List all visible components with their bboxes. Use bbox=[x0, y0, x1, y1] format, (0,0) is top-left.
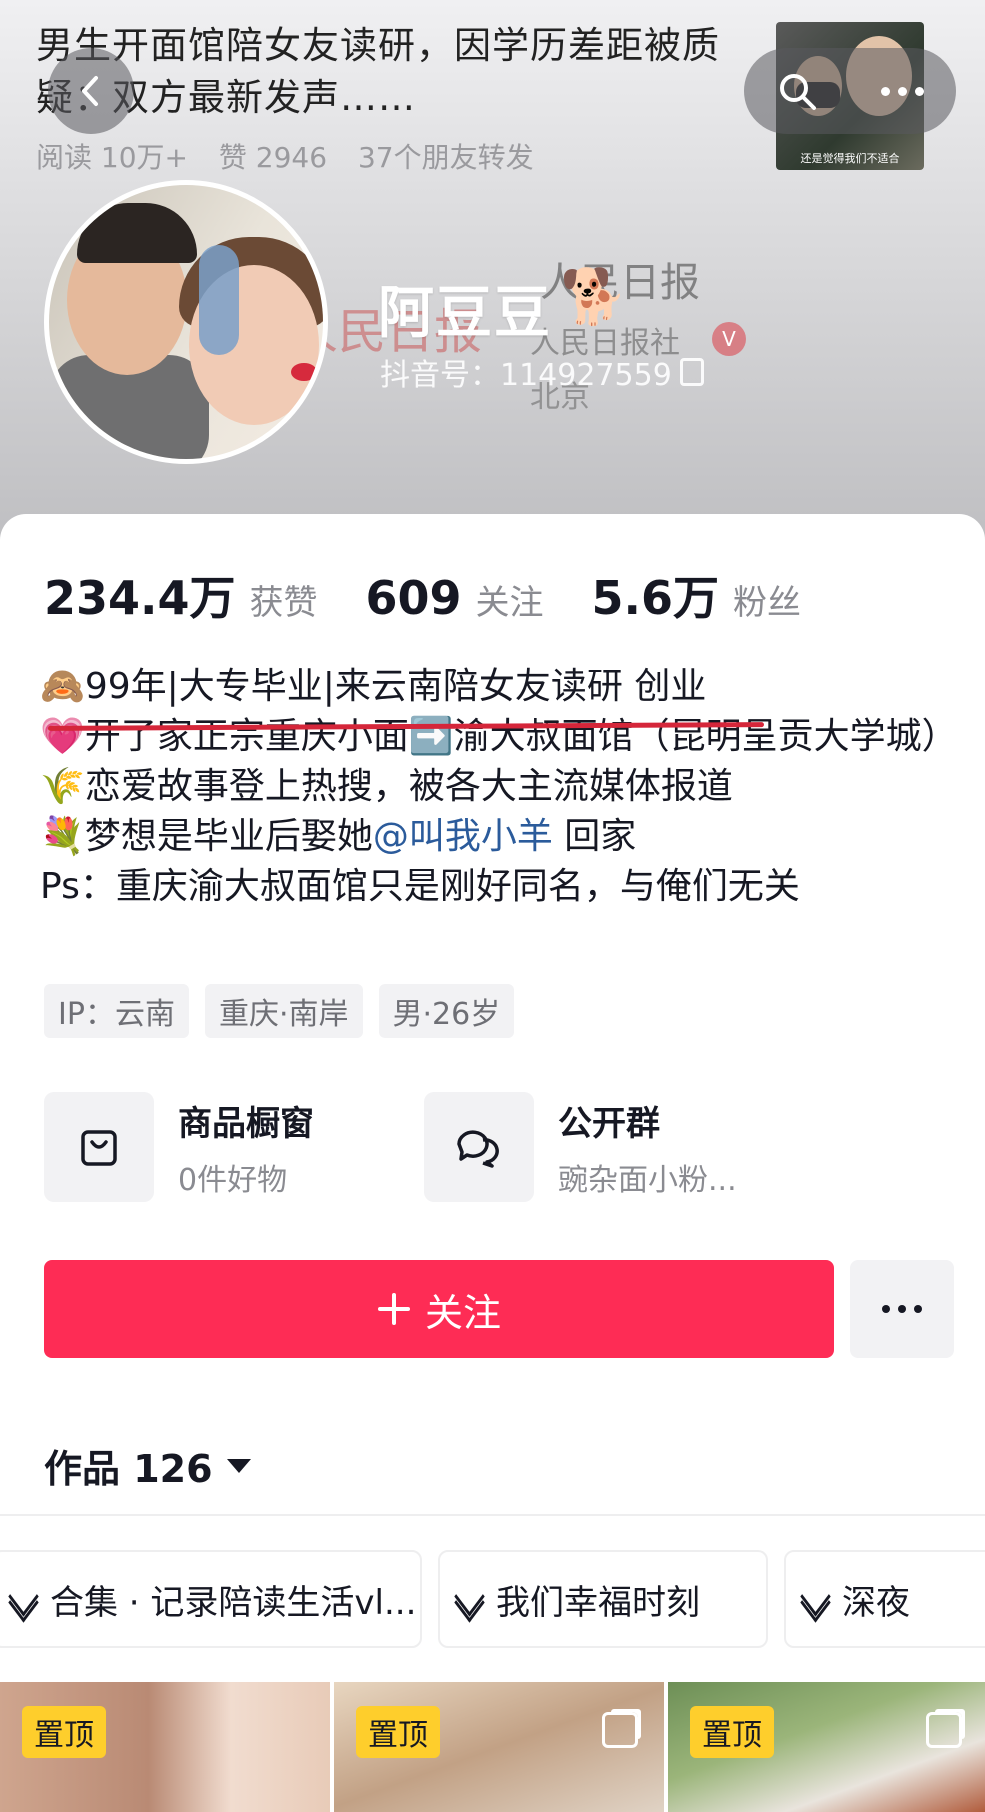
multi-image-icon bbox=[602, 1712, 638, 1748]
top-actions-pill bbox=[744, 48, 956, 134]
video-thumbnail[interactable]: 置顶 bbox=[668, 1682, 985, 1812]
pinned-badge: 置顶 bbox=[690, 1706, 774, 1758]
stat-following-value: 609 bbox=[365, 571, 462, 625]
profile-bio: 🙈99年|大专毕业|来云南陪女友读研 创业 💗开了家正宗重庆小面➡️渝大叔面馆（… bbox=[40, 662, 960, 912]
more-dots-icon bbox=[882, 1305, 922, 1313]
entry-public-group[interactable]: 公开群 豌杂面小粉... bbox=[424, 1092, 804, 1202]
collection-chip-label: 深夜 bbox=[842, 1582, 910, 1623]
entry-shop-window-subtitle: 0件好物 bbox=[178, 1162, 288, 1198]
stat-likes-label: 获赞 bbox=[249, 583, 318, 623]
collections-row: 合集 · 记录陪读生活vl... 我们幸福时刻 深夜 bbox=[0, 1550, 985, 1650]
profile-card: 234.4万 获赞 609 关注 5.6万 粉丝 🙈99年|大专毕业|来云南陪女… bbox=[0, 514, 985, 1812]
entry-public-group-subtitle: 豌杂面小粉... bbox=[558, 1162, 737, 1198]
stat-followers[interactable]: 5.6万 粉丝 bbox=[592, 562, 802, 628]
entry-public-group-title: 公开群 bbox=[558, 1103, 660, 1144]
copy-icon[interactable] bbox=[679, 358, 704, 386]
works-tab-label: 作品 126 bbox=[44, 1447, 213, 1491]
layers-icon bbox=[454, 1576, 485, 1623]
stat-following-label: 关注 bbox=[475, 583, 544, 623]
pinned-badge: 置顶 bbox=[22, 1706, 106, 1758]
collection-chip[interactable]: 我们幸福时刻 bbox=[438, 1550, 768, 1648]
news-meta: 阅读 10万+ 赞 2946 37个朋友转发 bbox=[36, 136, 556, 176]
tag-gender-age: 男·26岁 bbox=[378, 984, 515, 1038]
follow-button[interactable]: 关注 bbox=[44, 1260, 834, 1358]
nickname-emoji: 🐕 bbox=[560, 265, 628, 328]
news-reads: 阅读 10万+ bbox=[36, 141, 188, 174]
caret-down-icon bbox=[226, 1458, 251, 1473]
profile-entries: 商品橱窗 0件好物 公开群 豌杂面小粉... bbox=[44, 1092, 804, 1202]
chat-bubbles-icon bbox=[424, 1092, 534, 1202]
back-button[interactable] bbox=[48, 48, 134, 134]
profile-stats: 234.4万 获赞 609 关注 5.6万 粉丝 bbox=[44, 562, 849, 628]
search-icon[interactable] bbox=[776, 70, 818, 112]
douyin-id-text: 抖音号：114927559 bbox=[380, 358, 672, 393]
verified-icon: V bbox=[712, 322, 746, 356]
news-likes: 赞 2946 bbox=[218, 141, 328, 174]
profile-header-banner: 男生开面馆陪女友读研，因学历差距被质疑：双方最新发声…… 阅读 10万+ 赞 2… bbox=[0, 0, 985, 560]
bio-line: 🌾恋爱故事登上热搜，被各大主流媒体报道 bbox=[40, 766, 733, 807]
entry-shop-window-title: 商品橱窗 bbox=[178, 1103, 314, 1144]
douyin-id[interactable]: 抖音号：114927559 bbox=[380, 350, 704, 394]
works-tab[interactable]: 作品 126 bbox=[44, 1438, 251, 1493]
tag-location: 重庆·南岸 bbox=[204, 984, 363, 1038]
layers-icon bbox=[800, 1576, 831, 1623]
divider bbox=[0, 1514, 985, 1516]
profile-tags: IP：云南 重庆·南岸 男·26岁 bbox=[44, 984, 515, 1038]
multi-image-icon bbox=[926, 1712, 962, 1748]
bio-line: 🙈99年|大专毕业|来云南陪女友读研 创业 bbox=[40, 666, 707, 707]
entry-shop-window[interactable]: 商品橱窗 0件好物 bbox=[44, 1092, 424, 1202]
pinned-badge: 置顶 bbox=[356, 1706, 440, 1758]
bio-line: 💐梦想是毕业后娶她@叫我小羊 回家 bbox=[40, 812, 960, 862]
plus-icon bbox=[377, 1293, 410, 1325]
news-thumbnail-caption: 还是觉得我们不适合 bbox=[800, 152, 900, 165]
follow-button-label: 关注 bbox=[424, 1290, 501, 1335]
news-title[interactable]: 男生开面馆陪女友读研，因学历差距被质疑：双方最新发声…… bbox=[36, 20, 756, 124]
stat-likes[interactable]: 234.4万 获赞 bbox=[44, 562, 318, 628]
news-shares: 37个朋友转发 bbox=[357, 141, 534, 174]
stat-likes-value: 234.4万 bbox=[44, 571, 236, 625]
bio-line-text: 💐梦想是毕业后娶她 bbox=[40, 816, 373, 857]
bio-line-text: 回家 bbox=[552, 816, 637, 857]
profile-nickname: 阿豆豆 bbox=[378, 281, 552, 346]
video-thumbnail[interactable]: 置顶 bbox=[334, 1682, 664, 1812]
stat-following[interactable]: 609 关注 bbox=[366, 571, 544, 625]
collection-chip[interactable]: 深夜 bbox=[784, 1550, 985, 1648]
stat-followers-value: 5.6万 bbox=[591, 571, 720, 625]
stat-followers-label: 粉丝 bbox=[733, 583, 802, 623]
bio-mention-link[interactable]: @叫我小羊 bbox=[373, 816, 553, 857]
layers-icon bbox=[8, 1576, 39, 1623]
tag-ip: IP：云南 bbox=[44, 984, 189, 1038]
bio-line: Ps：重庆渝大叔面馆只是刚好同名，与俺们无关 bbox=[40, 866, 800, 907]
video-thumbnail[interactable]: 置顶 bbox=[0, 1682, 330, 1812]
more-actions-button[interactable] bbox=[850, 1260, 954, 1358]
collection-chip-label: 合集 · 记录陪读生活vl... bbox=[50, 1582, 417, 1623]
avatar[interactable] bbox=[44, 180, 328, 464]
collection-chip[interactable]: 合集 · 记录陪读生活vl... bbox=[0, 1550, 422, 1648]
shopping-bag-icon bbox=[44, 1092, 154, 1202]
video-grid: 置顶 置顶 置顶 bbox=[0, 1682, 985, 1812]
more-options-icon[interactable] bbox=[881, 86, 925, 96]
bio-line: 💗开了家正宗重庆小面➡️渝大叔面馆（昆明呈贡大学城） bbox=[40, 716, 958, 757]
collection-chip-label: 我们幸福时刻 bbox=[496, 1582, 700, 1623]
chevron-left-icon bbox=[82, 76, 98, 106]
